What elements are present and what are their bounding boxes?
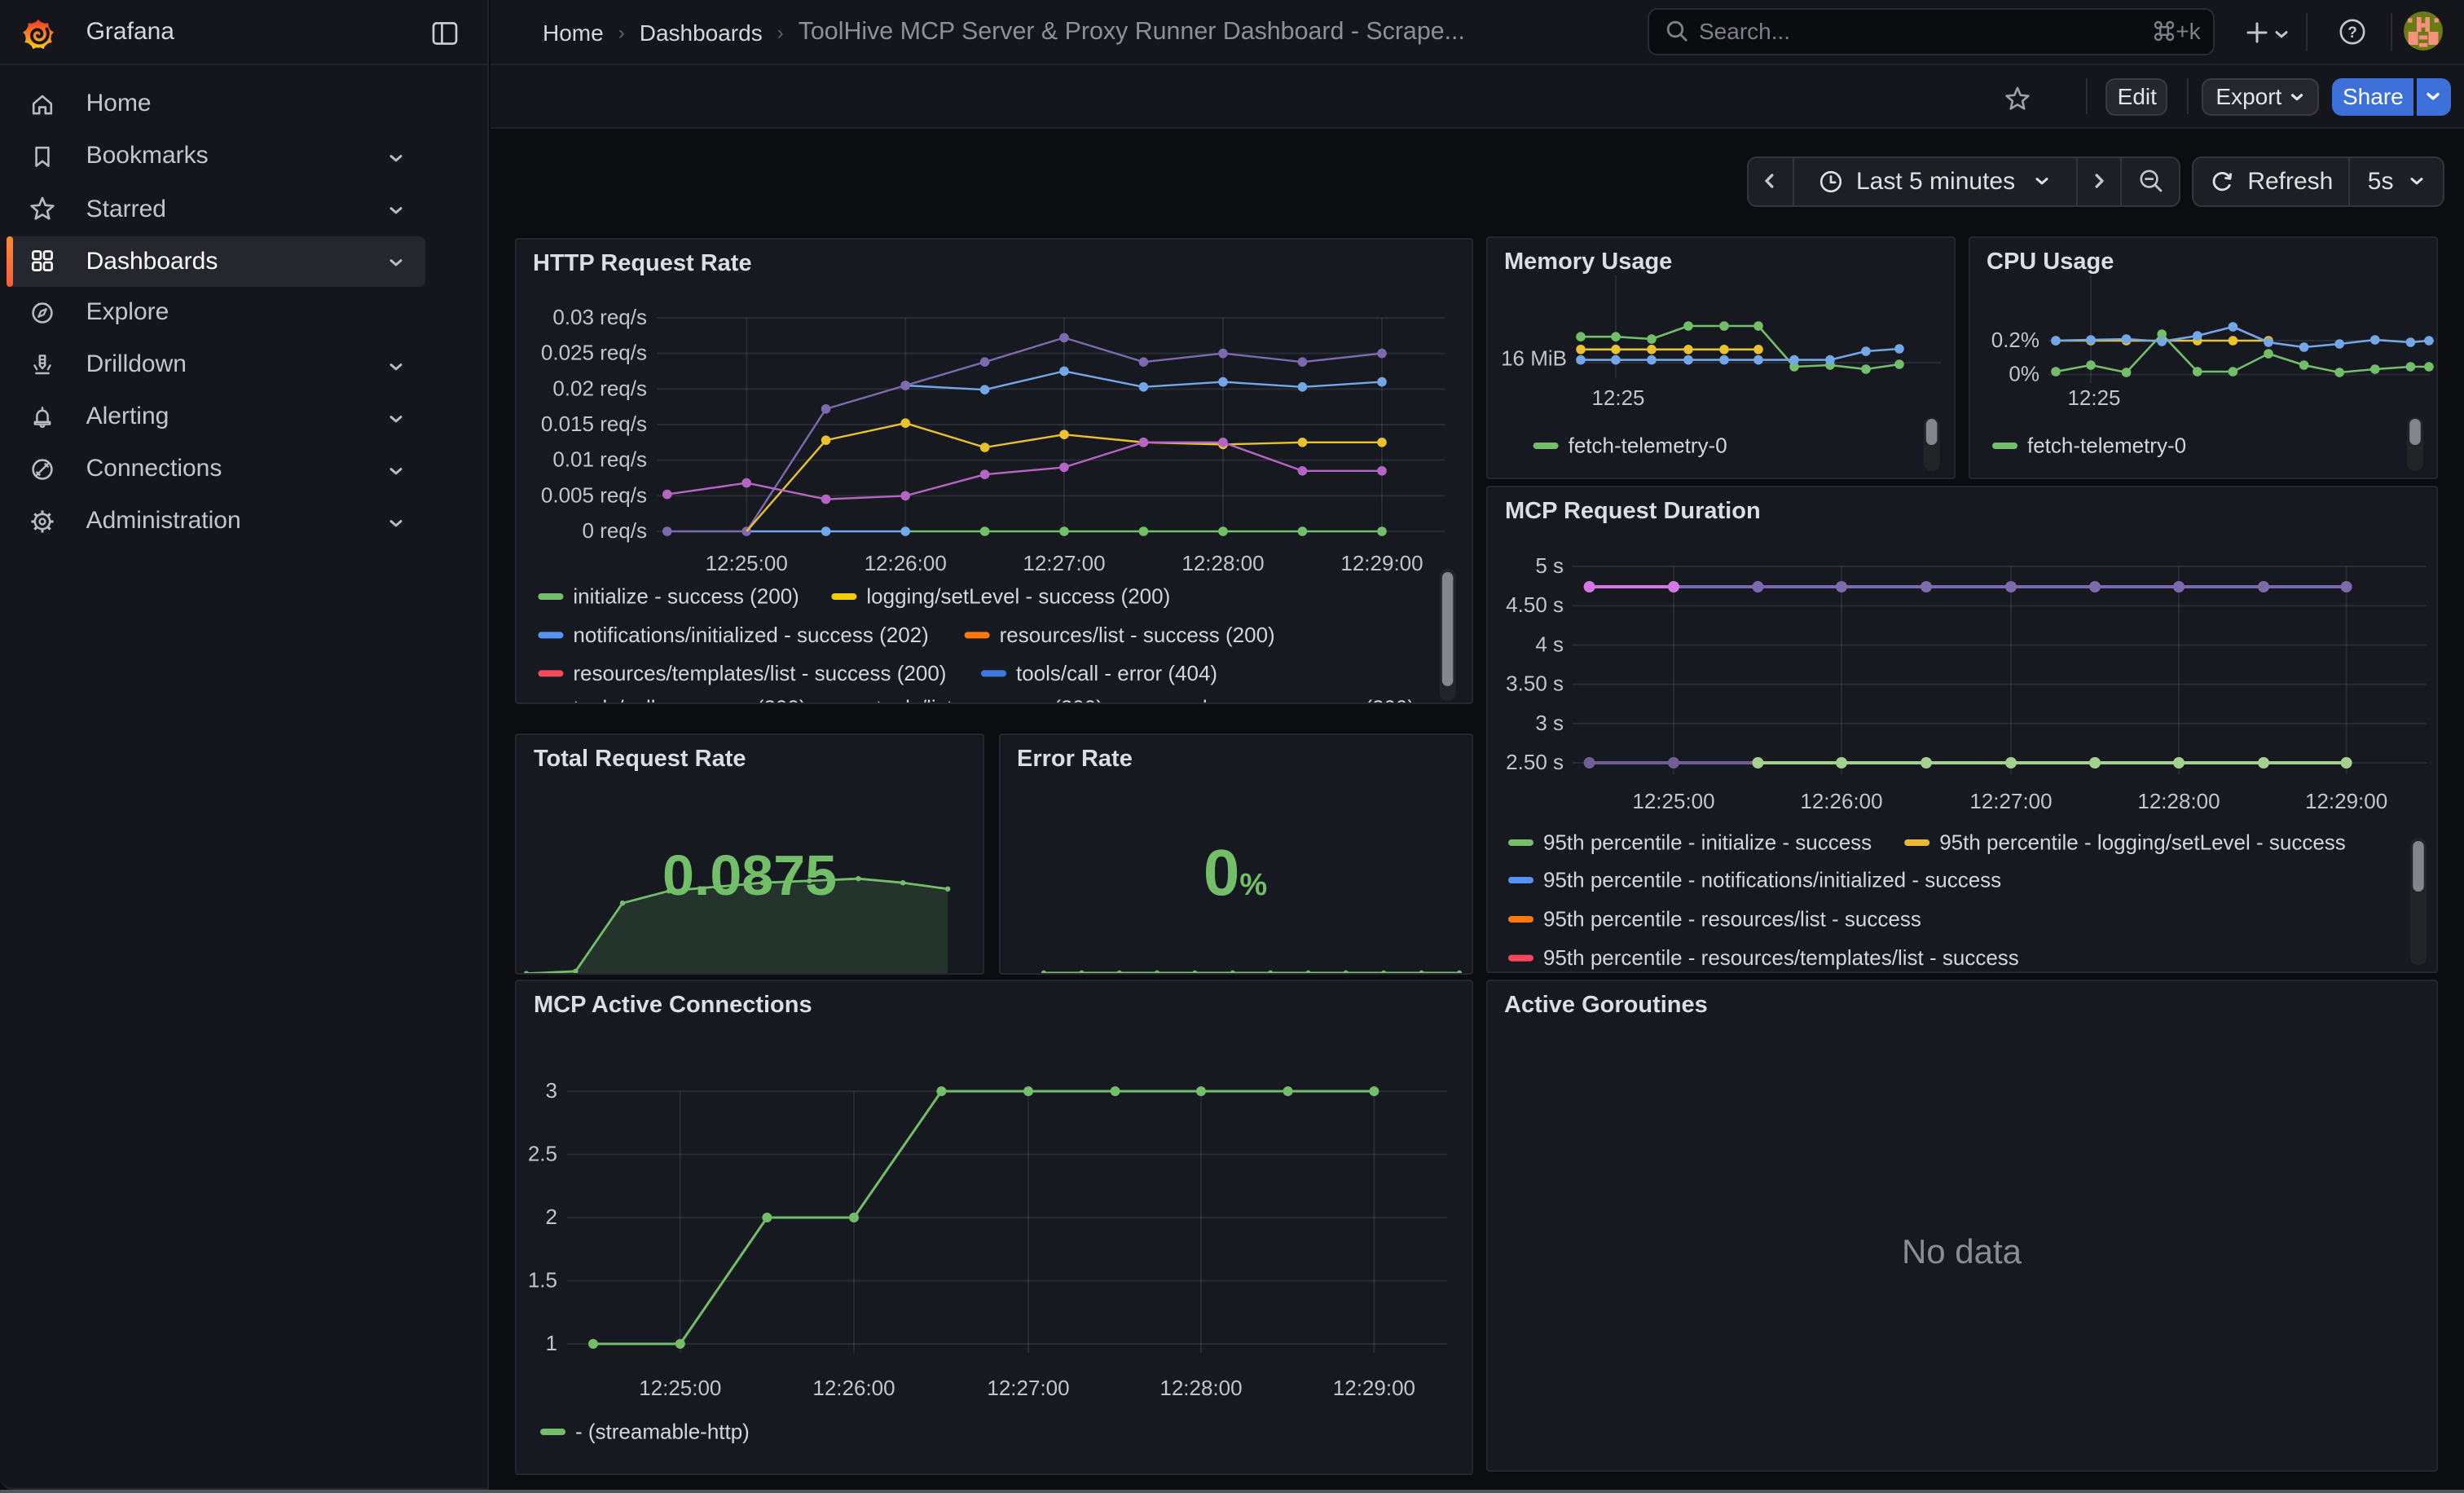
svg-text:12:25: 12:25 [2067, 385, 2120, 409]
svg-text:tools/call - success (200): tools/call - success (200) [573, 694, 806, 704]
svg-text:12:27:00: 12:27:00 [986, 1375, 1068, 1399]
svg-text:tools/list - success (200): tools/list - success (200) [876, 694, 1103, 704]
svg-text:12:25:00: 12:25:00 [706, 550, 788, 575]
svg-text:notifications/initialized - su: notifications/initialized - success (202… [573, 622, 928, 646]
svg-text:fetch-telemetry-0: fetch-telemetry-0 [1569, 432, 1727, 456]
svg-text:12:29:00: 12:29:00 [2304, 788, 2387, 813]
svg-text:0.015 req/s: 0.015 req/s [541, 411, 647, 435]
svg-text:0.03 req/s: 0.03 req/s [552, 304, 647, 328]
svg-text:resources/templates/list - suc: resources/templates/list - success (200) [573, 660, 946, 685]
svg-text:0.025 req/s: 0.025 req/s [541, 340, 647, 364]
svg-text:initialize - success (200): initialize - success (200) [573, 583, 799, 607]
svg-text:12:29:00: 12:29:00 [1340, 550, 1423, 575]
svg-text:?: ? [2347, 24, 2357, 42]
svg-text:- (streamable-http): - (streamable-http) [574, 1418, 749, 1442]
svg-text:95th percentile - logging/setL: 95th percentile - logging/setLevel - suc… [1938, 829, 2345, 853]
svg-text:0.2%: 0.2% [1991, 327, 2039, 351]
svg-text:16 MiB: 16 MiB [1501, 346, 1567, 370]
svg-text:tools/call - error (404): tools/call - error (404) [1016, 660, 1217, 685]
svg-text:0.02 req/s: 0.02 req/s [552, 375, 647, 399]
svg-text:12:28:00: 12:28:00 [1181, 550, 1264, 575]
svg-text:12:26:00: 12:26:00 [812, 1375, 894, 1399]
svg-text:95th percentile - resources/li: 95th percentile - resources/list - succe… [1542, 905, 1921, 930]
svg-text:12:25: 12:25 [1591, 385, 1644, 409]
svg-text:2.5: 2.5 [527, 1141, 557, 1165]
svg-text:fetch-telemetry-0: fetch-telemetry-0 [2027, 432, 2186, 456]
svg-text:12:28:00: 12:28:00 [1159, 1375, 1241, 1399]
svg-text:unknown - success (200): unknown - success (200) [1179, 694, 1415, 704]
svg-text:0.01 req/s: 0.01 req/s [552, 447, 647, 471]
svg-text:12:27:00: 12:27:00 [1023, 550, 1105, 575]
svg-text:2.50 s: 2.50 s [1505, 749, 1563, 773]
svg-text:5 s: 5 s [1534, 553, 1563, 577]
svg-text:95th percentile - resources/te: 95th percentile - resources/templates/li… [1542, 945, 2018, 969]
svg-text:logging/setLevel - success (20: logging/setLevel - success (200) [866, 583, 1170, 607]
svg-text:12:28:00: 12:28:00 [2136, 788, 2219, 813]
svg-text:3 s: 3 s [1534, 710, 1563, 734]
svg-text:0%: 0% [2009, 361, 2039, 385]
svg-text:resources/list - success (200): resources/list - success (200) [1000, 622, 1275, 646]
svg-text:12:25:00: 12:25:00 [1631, 788, 1714, 813]
svg-text:1: 1 [545, 1330, 557, 1354]
svg-text:12:29:00: 12:29:00 [1332, 1375, 1415, 1399]
svg-text:2: 2 [545, 1204, 557, 1228]
svg-text:1.5: 1.5 [527, 1267, 557, 1292]
svg-text:3: 3 [545, 1077, 557, 1102]
svg-text:3.50 s: 3.50 s [1505, 671, 1563, 695]
svg-text:4 s: 4 s [1534, 631, 1563, 655]
svg-text:95th percentile - initialize -: 95th percentile - initialize - success [1542, 829, 1871, 853]
svg-text:0.005 req/s: 0.005 req/s [541, 482, 647, 506]
svg-text:4.50 s: 4.50 s [1505, 592, 1563, 616]
svg-text:0 req/s: 0 req/s [583, 517, 648, 542]
svg-text:12:26:00: 12:26:00 [865, 550, 947, 575]
svg-text:95th percentile - notification: 95th percentile - notifications/initiali… [1542, 866, 2000, 891]
svg-text:12:25:00: 12:25:00 [638, 1375, 720, 1399]
svg-text:12:26:00: 12:26:00 [1799, 788, 1881, 813]
svg-text:12:27:00: 12:27:00 [1969, 788, 2051, 813]
